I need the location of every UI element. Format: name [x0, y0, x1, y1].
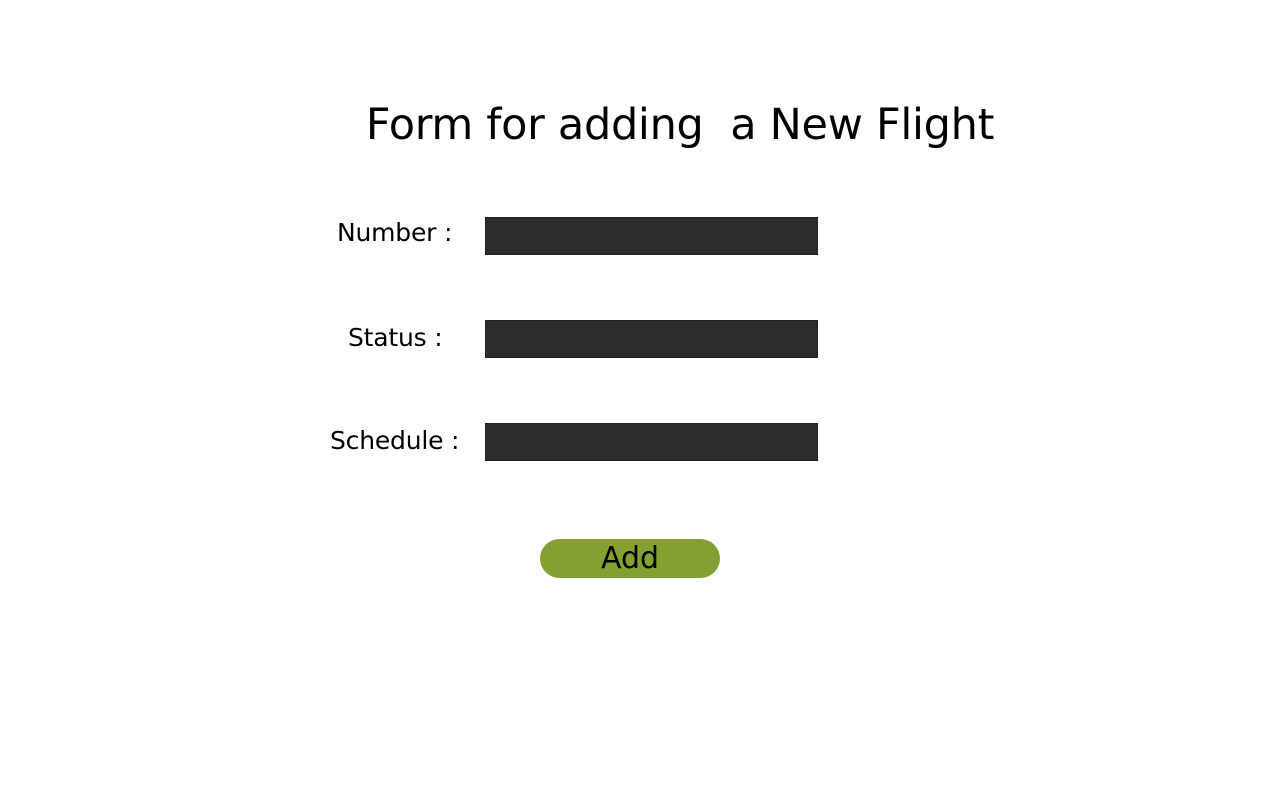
status-input[interactable]: [485, 320, 818, 358]
add-button[interactable]: Add: [540, 539, 720, 578]
status-label: Status :: [348, 323, 443, 352]
add-flight-page: Form for adding a New Flight Number : St…: [0, 0, 1280, 800]
number-input[interactable]: [485, 217, 818, 255]
schedule-input[interactable]: [485, 423, 818, 461]
number-label: Number :: [337, 218, 453, 247]
page-title: Form for adding a New Flight: [365, 100, 995, 150]
schedule-label: Schedule :: [330, 426, 460, 455]
